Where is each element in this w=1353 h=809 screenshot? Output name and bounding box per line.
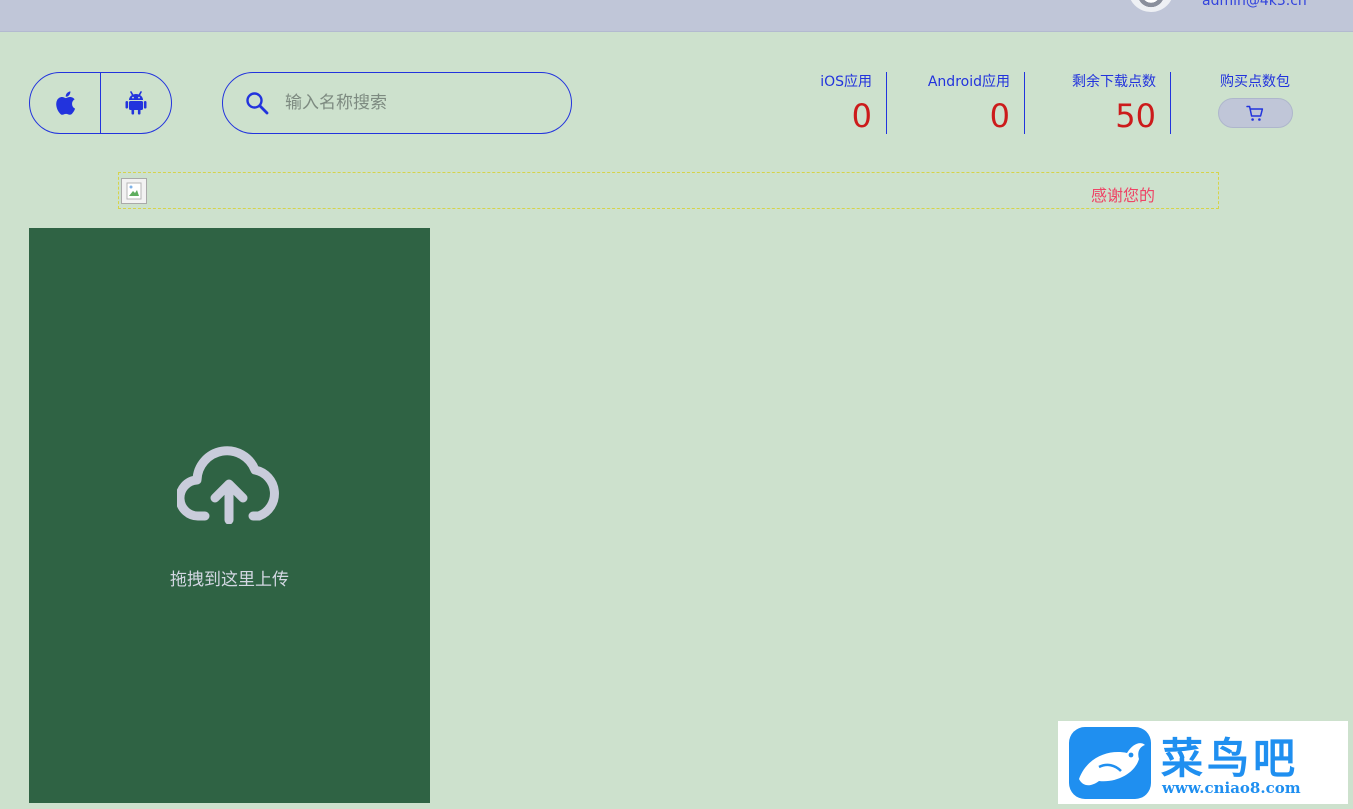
cloud-upload-icon (175, 440, 281, 528)
search-icon (246, 92, 269, 115)
android-app-count: 0 (989, 97, 1010, 135)
user-email[interactable]: admin@4k3.cn (1202, 0, 1307, 9)
buy-points-label: 购买点数包 (1220, 74, 1290, 90)
stat-divider (1170, 72, 1171, 134)
upload-hint-text: 拖拽到这里上传 (170, 570, 289, 590)
top-bar: admin@4k3.cn (0, 0, 1353, 32)
android-app-stat: Android应用 0 (900, 72, 1010, 134)
ios-app-label: iOS应用 (820, 74, 872, 90)
search-input[interactable] (283, 92, 543, 114)
search-box (222, 72, 572, 134)
broken-image-icon (121, 178, 147, 204)
cart-icon (1246, 105, 1264, 121)
android-filter-button[interactable] (100, 73, 171, 133)
ios-filter-button[interactable] (30, 73, 100, 133)
remaining-points-count: 50 (1115, 97, 1156, 135)
notice-text: 感谢您的 (1091, 186, 1156, 205)
apple-icon (56, 91, 76, 115)
android-app-label: Android应用 (927, 74, 1010, 90)
platform-toggle (29, 72, 172, 134)
bird-logo-icon (1069, 727, 1151, 799)
watermark-url: www.cniao8.com (1162, 779, 1301, 797)
stat-divider (886, 72, 887, 134)
stat-divider (1024, 72, 1025, 134)
ios-app-stat: iOS应用 0 (790, 72, 872, 134)
watermark-title: 菜鸟吧 (1161, 734, 1300, 783)
buy-points-section: 购买点数包 (1210, 72, 1300, 128)
ios-app-count: 0 (851, 97, 872, 135)
site-watermark: 菜鸟吧 www.cniao8.com (1058, 721, 1348, 804)
avatar[interactable] (1128, 0, 1174, 12)
remaining-points-label: 剩余下载点数 (1072, 74, 1156, 90)
buy-points-button[interactable] (1217, 98, 1293, 128)
notice-bar: 感谢您的 (118, 172, 1219, 209)
remaining-points-stat: 剩余下载点数 50 (1040, 72, 1156, 134)
android-icon (125, 91, 147, 115)
